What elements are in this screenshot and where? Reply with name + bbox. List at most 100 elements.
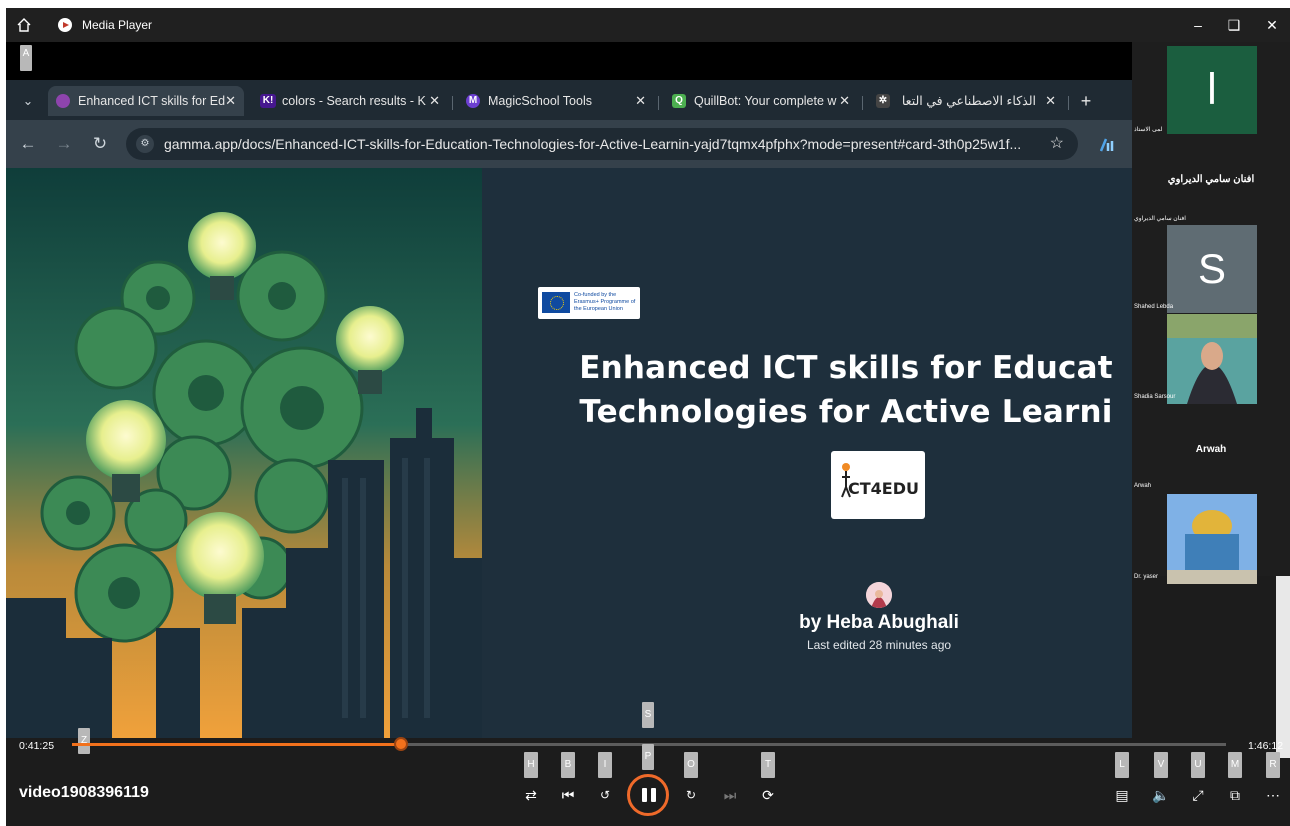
media-player-window: Media Player – ❑ ✕ A ⌄ Enhanced ICT skil… (6, 8, 1290, 826)
ct4edu-logo: CT4EDU (831, 451, 925, 519)
slide-title-line-1: Enhanced ICT skills for Educat (579, 350, 1113, 386)
tab-separator (658, 96, 659, 110)
kahoot-favicon-icon: K! (260, 94, 276, 108)
seek-bar-thumb[interactable] (393, 737, 408, 751)
keytip-m: M (1228, 752, 1242, 778)
magicschool-favicon-icon: M (466, 94, 480, 108)
more-options-icon[interactable]: ⋯ (1261, 783, 1285, 807)
back-arrow-icon[interactable]: ← (16, 132, 40, 156)
address-bar[interactable]: ⚙ gamma.app/docs/Enhanced-ICT-skills-for… (126, 128, 1078, 160)
fullscreen-icon[interactable]: ⤢ (1186, 783, 1210, 807)
keytip-a: A (20, 45, 32, 71)
tab-close-icon[interactable]: ✕ (839, 86, 850, 116)
new-tab-button[interactable]: + (1074, 86, 1098, 116)
tab-close-icon[interactable]: ✕ (225, 86, 236, 116)
tab-label: Enhanced ICT skills for Ed (78, 94, 226, 108)
next-icon[interactable]: ⏭ (718, 783, 742, 807)
tab-list-button[interactable]: ⌄ (14, 86, 42, 116)
media-player-icon (58, 18, 72, 32)
quillbot-favicon-icon: Q (672, 94, 686, 108)
keytip-r: R (1266, 752, 1280, 778)
tab-enhanced-ict[interactable]: Enhanced ICT skills for Ed ✕ (48, 86, 244, 116)
previous-icon[interactable]: ⏮ (556, 783, 580, 807)
home-icon[interactable] (16, 17, 32, 33)
participant-initial: l (1206, 65, 1218, 114)
keytip-t: T (761, 752, 775, 778)
repeat-off-icon[interactable]: ⟳ (756, 783, 780, 807)
participant-name: Arwah (1134, 483, 1152, 489)
tab-separator (1068, 96, 1069, 110)
eu-flag-icon (542, 292, 570, 313)
reload-icon[interactable]: ↻ (88, 132, 112, 156)
tab-close-icon[interactable]: ✕ (429, 86, 440, 116)
participant-tile: l (1167, 46, 1257, 134)
tab-magicschool[interactable]: M MagicSchool Tools ✕ (458, 86, 654, 116)
slide-title-line-2: Technologies for Active Learni (579, 394, 1113, 430)
extension-icon[interactable] (1100, 138, 1116, 152)
keytip-p: P (642, 744, 654, 770)
keytip-l: L (1115, 752, 1129, 778)
presentation-slide: Co-funded by the Erasmus+ Programme of t… (6, 168, 1132, 738)
mini-player-icon[interactable]: ⧉ (1223, 783, 1247, 807)
tab-quillbot[interactable]: Q QuillBot: Your complete w ✕ (664, 86, 858, 116)
bookmark-star-icon[interactable]: ☆ (1050, 128, 1064, 160)
forward-arrow-icon[interactable]: → (52, 132, 76, 156)
pause-button[interactable] (627, 774, 669, 816)
window-edge (1276, 576, 1290, 758)
keytip-i: I (598, 752, 612, 778)
erasmus-plus-logo: Co-funded by the Erasmus+ Programme of t… (538, 287, 640, 319)
keytip-h: H (524, 752, 538, 778)
ct4edu-text: CT4EDU (848, 479, 919, 498)
participant-name: لمى الاستاذ (1134, 127, 1163, 133)
participant-tile: S (1167, 225, 1257, 313)
participant-video-shadia (1167, 314, 1257, 404)
browser-tab-strip: ⌄ Enhanced ICT skills for Ed ✕ K! colors… (6, 80, 1132, 120)
gamma-favicon-icon (56, 94, 70, 108)
tab-label: QuillBot: Your complete w (694, 94, 837, 108)
letterbox-bar: A (6, 42, 1132, 80)
tab-colors-search[interactable]: K! colors - Search results - K ✕ (252, 86, 448, 116)
participant-banner: افنان سامي الديراوي (1167, 174, 1255, 185)
seek-bar-fill (72, 743, 401, 746)
participant-name: Shahed Lebda (1134, 304, 1174, 310)
keytip-u: U (1191, 752, 1205, 778)
video-title: video1908396119 (19, 784, 149, 801)
ai-favicon-icon: ✲ (876, 94, 890, 108)
subtitles-icon[interactable]: ▤ (1110, 783, 1134, 807)
slide-illustration-gears-lightbulbs (6, 168, 482, 738)
total-time: 1:46:12 (1248, 740, 1284, 752)
tab-label: colors - Search results - K (282, 94, 426, 108)
participant-name: Dr. yaser (1134, 574, 1159, 580)
elapsed-time: 0:41:25 (19, 740, 55, 752)
tab-separator (862, 96, 863, 110)
keytip-z: Z (78, 728, 90, 754)
tab-close-icon[interactable]: ✕ (1045, 86, 1056, 116)
forward-30-icon[interactable]: ↻ (679, 783, 703, 807)
eu-cofunded-text: Co-funded by the Erasmus+ Programme of t… (574, 292, 636, 312)
tab-close-icon[interactable]: ✕ (635, 86, 646, 116)
restore-icon[interactable]: ❑ (1222, 14, 1246, 36)
tab-arabic-ai[interactable]: ✲ الذكاء الاصطناعي في التعا ✕ (868, 86, 1064, 116)
close-icon[interactable]: ✕ (1260, 14, 1284, 36)
volume-icon[interactable]: 🔈 (1149, 783, 1173, 807)
tab-label: MagicSchool Tools (488, 94, 592, 108)
rewind-10-icon[interactable]: ↺ (593, 783, 617, 807)
participant-name: Shadia Sarsour (1134, 394, 1176, 400)
author-avatar (866, 582, 892, 608)
shuffle-icon[interactable]: ⇄ (519, 783, 543, 807)
participant-video-dr-yaser (1167, 494, 1257, 584)
browser-toolbar: ← → ↻ ⚙ gamma.app/docs/Enhanced-ICT-skil… (6, 120, 1132, 168)
site-settings-icon[interactable]: ⚙ (136, 135, 154, 153)
tab-separator (452, 96, 453, 110)
author-name: by Heba Abughali (799, 612, 959, 633)
keytip-v: V (1154, 752, 1168, 778)
keytip-s: S (642, 702, 654, 728)
slide-title: Enhanced ICT skills for Educat Technolog… (526, 346, 1132, 434)
window-title: Media Player (82, 18, 153, 32)
url-text: gamma.app/docs/Enhanced-ICT-skills-for-E… (164, 136, 1022, 152)
keytip-b: B (561, 752, 575, 778)
last-edited-text: Last edited 28 minutes ago (806, 638, 952, 652)
minimize-icon[interactable]: – (1186, 14, 1210, 36)
participants-panel: l لمى الاستاذ افنان سامي الديراوي افنان … (1132, 42, 1290, 584)
participant-initial: S (1197, 245, 1226, 292)
